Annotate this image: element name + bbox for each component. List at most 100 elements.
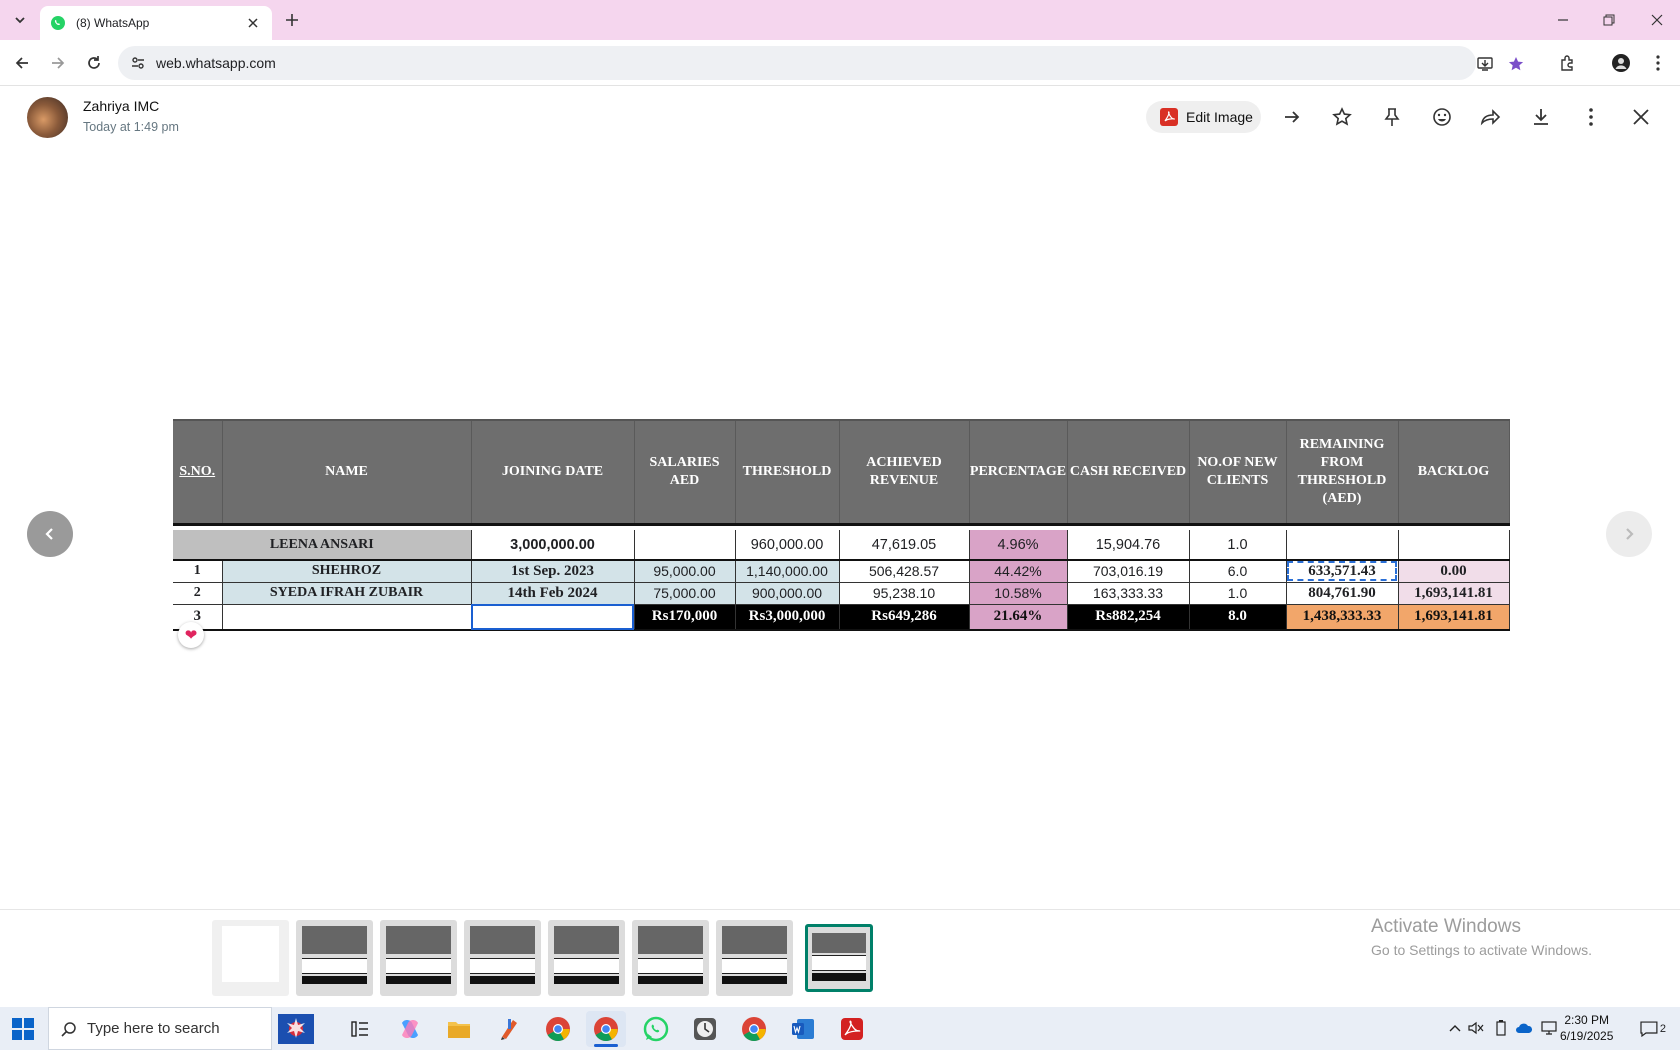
revenue-table: S.NO. NAME JOINING DATE SALARIES AED THR…	[173, 419, 1510, 631]
close-viewer-icon[interactable]	[1627, 103, 1655, 131]
word-icon[interactable]	[783, 1011, 823, 1047]
thumbnail-preview-footer	[812, 973, 866, 981]
thumbnail-preview-footer	[722, 976, 787, 984]
whatsapp-app-icon[interactable]	[636, 1011, 676, 1047]
volume-muted-icon[interactable]	[1467, 1019, 1485, 1037]
close-window-icon[interactable]	[1645, 8, 1669, 32]
clock-app-icon[interactable]	[685, 1011, 725, 1047]
cell-name: LEENA ANSARI	[173, 530, 472, 561]
cell-joining: 3,000,000.00	[471, 530, 635, 561]
task-view-icon[interactable]	[340, 1011, 380, 1047]
pin-icon[interactable]	[1378, 103, 1406, 131]
cell-remaining	[1286, 530, 1399, 561]
notification-center-icon[interactable]: 2	[1640, 1018, 1666, 1040]
thumbnail-preview-footer	[638, 976, 703, 984]
extensions-icon[interactable]	[1556, 51, 1580, 75]
edit-image-button[interactable]: Edit Image	[1146, 101, 1261, 133]
forward-share-icon[interactable]	[1477, 103, 1505, 131]
profile-avatar-icon[interactable]	[1609, 51, 1633, 75]
cell-total-clients: 8.0	[1189, 604, 1287, 631]
taskbar-search-box[interactable]: Type here to search	[48, 1007, 272, 1050]
header-threshold: THRESHOLD	[735, 419, 840, 524]
chrome-profile-icon[interactable]	[734, 1011, 774, 1047]
tray-chevron-up-icon[interactable]	[1446, 1019, 1464, 1037]
thumbnail-preview-rows	[302, 958, 367, 974]
thumbnail-3[interactable]	[380, 920, 457, 996]
cell-percentage: 44.42%	[969, 560, 1068, 583]
back-icon[interactable]	[10, 51, 34, 75]
copilot-icon[interactable]	[390, 1011, 430, 1047]
more-options-icon[interactable]	[1577, 103, 1605, 131]
cell-joining: 1st Sep. 2023	[471, 560, 635, 583]
sender-avatar[interactable]	[27, 97, 68, 138]
close-tab-icon[interactable]	[244, 14, 262, 32]
onedrive-icon[interactable]	[1515, 1019, 1533, 1037]
header-row: S.NO. NAME JOINING DATE SALARIES AED THR…	[173, 419, 1510, 524]
cell-total-threshold: Rs3,000,000	[735, 604, 840, 631]
thumbnail-preview-header	[554, 926, 619, 954]
header-joining-date: JOINING DATE	[471, 419, 635, 524]
windows-start-icon[interactable]	[12, 1018, 34, 1040]
new-tab-plus-icon[interactable]	[282, 10, 302, 30]
reaction-heart-icon[interactable]: ❤	[178, 622, 204, 648]
battery-icon[interactable]	[1492, 1019, 1510, 1037]
emoji-icon[interactable]	[1428, 103, 1456, 131]
cell-threshold: 1,140,000.00	[735, 560, 840, 583]
thumbnail-7[interactable]	[716, 920, 793, 996]
app-pen-icon[interactable]	[489, 1011, 529, 1047]
cell-total-backlog: 1,693,141.81	[1398, 604, 1510, 631]
selected-cell	[471, 604, 635, 631]
cell-total-achieved: Rs649,286	[839, 604, 970, 631]
cell-remaining: 804,761.90	[1286, 582, 1399, 605]
news-widget-icon[interactable]	[276, 1011, 316, 1047]
taskbar-clock[interactable]: 2:30 PM 6/19/2025	[1560, 1012, 1613, 1044]
thumbnail-8-active[interactable]	[805, 924, 873, 992]
thumbnail-preview-rows	[638, 958, 703, 974]
thumbnail-preview-header	[722, 926, 787, 954]
tab-whatsapp[interactable]: (8) WhatsApp	[40, 6, 272, 40]
clock-date: 6/19/2025	[1560, 1029, 1614, 1043]
chrome-active-icon[interactable]	[586, 1011, 626, 1047]
address-bar[interactable]: web.whatsapp.com	[118, 46, 1524, 80]
file-explorer-icon[interactable]	[439, 1011, 479, 1047]
restore-icon[interactable]	[1597, 8, 1621, 32]
minimize-icon[interactable]	[1551, 8, 1575, 32]
network-icon[interactable]	[1540, 1019, 1558, 1037]
arrow-right-icon[interactable]	[1278, 103, 1306, 131]
cell-backlog	[1398, 530, 1510, 561]
star-icon[interactable]	[1328, 103, 1356, 131]
header-backlog: BACKLOG	[1398, 419, 1510, 524]
reload-icon[interactable]	[82, 51, 106, 75]
install-app-icon[interactable]	[1474, 53, 1496, 75]
thumbnail-preview-rows	[554, 958, 619, 974]
acrobat-app-icon[interactable]	[832, 1011, 872, 1047]
download-icon[interactable]	[1527, 103, 1555, 131]
cell-cash: 163,333.33	[1067, 582, 1190, 605]
cell-cash: 703,016.19	[1067, 560, 1190, 583]
thumbnail-5[interactable]	[548, 920, 625, 996]
whatsapp-icon	[51, 16, 65, 30]
thumbnail-1[interactable]	[212, 920, 289, 996]
sent-time: Today at 1:49 pm	[83, 120, 179, 134]
browser-menu-icon[interactable]	[1646, 51, 1670, 75]
thumbnail-2[interactable]	[296, 920, 373, 996]
next-image-chevron-right-icon[interactable]	[1606, 511, 1652, 557]
table-row: 1 SHEHROZ 1st Sep. 2023 95,000.00 1,140,…	[173, 560, 1510, 583]
tab-search-chevron-down-icon[interactable]	[8, 8, 32, 32]
thumbnail-preview-header	[470, 926, 535, 954]
previous-image-chevron-left-icon[interactable]	[27, 511, 73, 557]
cell-sno: 1	[173, 560, 223, 583]
thumbnail-6[interactable]	[632, 920, 709, 996]
site-info-icon[interactable]	[130, 55, 146, 71]
thumbnail-preview-footer	[302, 976, 367, 984]
chrome-icon[interactable]	[538, 1011, 578, 1047]
thumbnail-4[interactable]	[464, 920, 541, 996]
url-text: web.whatsapp.com	[156, 55, 276, 71]
thumbnail-preview-header	[812, 933, 866, 953]
header-new-clients: NO.OF NEW CLIENTS	[1189, 419, 1287, 524]
bookmark-star-icon[interactable]	[1505, 53, 1527, 75]
forward-icon[interactable]	[46, 51, 70, 75]
tab-strip: (8) WhatsApp	[0, 0, 1680, 40]
table-row-total: 3 Rs170,000 Rs3,000,000 Rs649,286 21.64%…	[173, 604, 1510, 631]
clock-time: 2:30 PM	[1564, 1013, 1610, 1027]
